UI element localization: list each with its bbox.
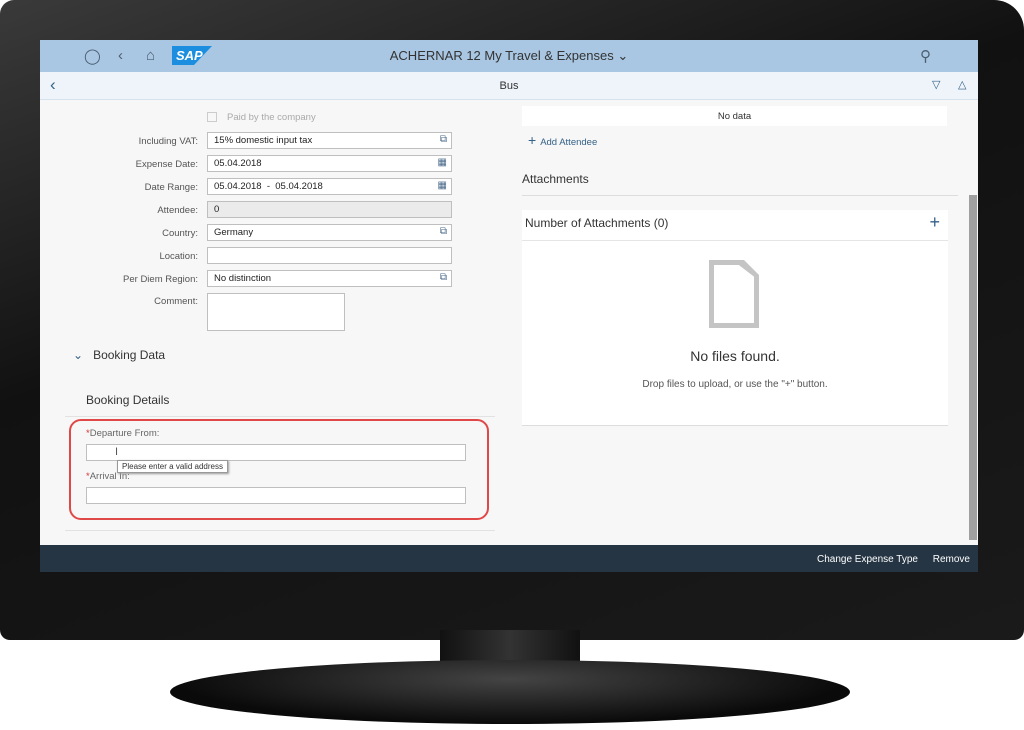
value-help-icon[interactable]: ⧉ (440, 272, 447, 283)
location-label: Location: (159, 251, 198, 262)
upload-collection[interactable]: Number of Attachments (0) + No files fou… (522, 210, 948, 426)
divider (65, 530, 495, 531)
vat-input[interactable]: 15% domestic input tax ⧉ (207, 132, 452, 149)
add-attendee-label: Add Attendee (540, 137, 598, 148)
value-help-icon[interactable]: ⧉ (440, 134, 447, 145)
divider (65, 416, 495, 417)
scroll-down-icon[interactable]: ▽ (932, 78, 940, 91)
per-diem-label: Per Diem Region: (123, 274, 198, 285)
country-value: Germany (214, 227, 254, 238)
footer-toolbar: Change Expense Type Remove (40, 545, 978, 572)
expense-date-input[interactable]: 05.04.2018 ▦ (207, 155, 452, 172)
screen: ◯ ‹ ⌂ SAP ACHERNAR 12 My Travel & Expens… (40, 40, 978, 572)
document-icon (709, 260, 759, 328)
value-help-icon[interactable]: ⧉ (440, 226, 447, 237)
departure-input[interactable] (86, 444, 466, 461)
booking-data-toggle[interactable]: ⌄ Booking Data (73, 348, 165, 362)
booking-details-title: Booking Details (86, 393, 170, 407)
comment-textarea[interactable] (207, 293, 345, 331)
remove-button[interactable]: Remove (933, 554, 970, 565)
page-title: Bus (499, 80, 519, 92)
add-attachment-plus-icon[interactable]: + (929, 212, 940, 233)
attendee-label: Attendee: (157, 205, 198, 216)
vat-value: 15% domestic input tax (214, 135, 313, 146)
date-range-label: Date Range: (144, 182, 198, 193)
date-range-value: 05.04.2018 - 05.04.2018 (214, 181, 323, 192)
country-label: Country: (162, 228, 198, 239)
scroll-up-icon[interactable]: △ (958, 78, 966, 91)
per-diem-value: No distinction (214, 273, 272, 284)
page-header: ‹ Bus ▽ △ (40, 72, 978, 100)
expense-date-label: Expense Date: (135, 159, 198, 170)
divider (522, 240, 948, 241)
departure-label: *Departure From: (86, 428, 159, 439)
add-attendee-button[interactable]: + Add Attendee (528, 132, 597, 148)
text-cursor-icon: I (115, 446, 119, 458)
paid-by-company-checkbox[interactable] (207, 112, 217, 122)
location-input[interactable] (207, 247, 452, 264)
attendee-input: 0 (207, 201, 452, 218)
no-files-title: No files found. (690, 348, 780, 364)
attendees-table-empty: No data (522, 106, 947, 126)
attachments-count: Number of Attachments (0) (525, 216, 669, 230)
shell-bar: ◯ ‹ ⌂ SAP ACHERNAR 12 My Travel & Expens… (40, 40, 978, 72)
plus-icon: + (528, 132, 537, 148)
country-input[interactable]: Germany ⧉ (207, 224, 452, 241)
app-title[interactable]: ACHERNAR 12 My Travel & Expenses ⌄ (40, 48, 978, 64)
change-expense-type-button[interactable]: Change Expense Type (817, 554, 918, 565)
search-icon[interactable]: ⚲ (920, 47, 931, 65)
attachments-title: Attachments (522, 172, 589, 186)
validation-tooltip: Please enter a valid address (117, 460, 228, 473)
chevron-down-icon: ⌄ (617, 48, 629, 63)
monitor-stand-base (170, 660, 850, 724)
per-diem-input[interactable]: No distinction ⧉ (207, 270, 452, 287)
expense-date-value: 05.04.2018 (214, 158, 262, 169)
comment-label: Comment: (154, 296, 198, 307)
attendee-value: 0 (214, 204, 220, 215)
app-title-text: ACHERNAR 12 My Travel & Expenses (389, 48, 614, 63)
chevron-down-icon: ⌄ (73, 348, 84, 362)
no-files-text: Drop files to upload, or use the "+" but… (642, 379, 828, 390)
calendar-icon[interactable]: ▦ (438, 157, 447, 168)
paid-by-company-label: Paid by the company (227, 112, 316, 123)
departure-label-text: Departure From: (89, 428, 160, 439)
date-range-input[interactable]: 05.04.2018 - 05.04.2018 ▦ (207, 178, 452, 195)
scrollbar[interactable] (969, 195, 977, 540)
divider (522, 195, 958, 196)
arrival-input[interactable] (86, 487, 466, 504)
vat-label: Including VAT: (138, 136, 198, 147)
calendar-icon[interactable]: ▦ (438, 180, 447, 191)
booking-data-label: Booking Data (93, 348, 166, 362)
